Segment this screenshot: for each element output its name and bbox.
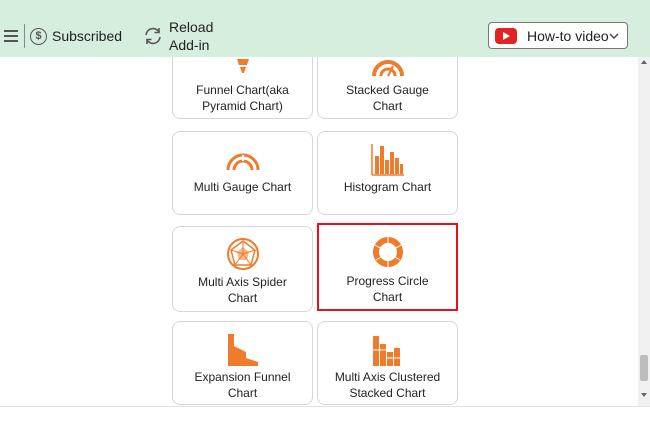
chart-card-progress-circle[interactable]: Progress Circle Chart [317, 223, 458, 311]
card-label-line2: Stacked Chart [349, 386, 426, 400]
chart-gallery: Funnel Chart(aka Pyramid Chart) Stacked … [0, 57, 638, 406]
chart-card-expansion-funnel[interactable]: Expansion Funnel Chart [172, 321, 313, 405]
subscribed-status[interactable]: $ Subscribed [30, 27, 122, 45]
reload-label-line1: Reload [169, 19, 214, 35]
subscribed-label: Subscribed [52, 28, 123, 44]
chart-card-stacked-gauge[interactable]: Stacked Gauge Chart [317, 57, 458, 119]
clustered-stacked-icon [372, 336, 400, 366]
card-label-line1: Histogram Chart [343, 180, 432, 194]
howto-video-label: How-to video [527, 27, 609, 44]
chart-card-multi-gauge[interactable]: Multi Gauge Chart [172, 131, 313, 215]
card-label-line1: Multi Axis Spider [198, 275, 287, 289]
reload-icon[interactable] [142, 26, 164, 46]
chart-card-multi-axis-clustered-stacked[interactable]: Multi Axis Clustered Stacked Chart [317, 321, 458, 405]
card-label-line2: Pyramid Chart) [202, 99, 283, 113]
card-label-line1: Expansion Funnel [194, 370, 291, 384]
chart-card-funnel[interactable]: Funnel Chart(aka Pyramid Chart) [172, 57, 313, 119]
chart-card-histogram[interactable]: Histogram Chart [317, 131, 458, 215]
progress-circle-icon [372, 237, 403, 267]
card-label-line2: Chart [227, 291, 258, 305]
scroll-up-icon[interactable] [641, 60, 647, 64]
funnel-chart-icon [236, 59, 249, 73]
card-label-line1: Stacked Gauge [346, 83, 429, 97]
chart-card-multi-axis-spider[interactable]: Multi Axis Spider Chart [172, 226, 313, 312]
reload-label-line2: Add-in [169, 37, 210, 53]
multi-gauge-icon [226, 153, 259, 171]
vertical-scrollbar[interactable] [638, 57, 650, 406]
reload-addin-button[interactable]: Reload Add-in [169, 18, 229, 54]
scroll-down-icon[interactable] [641, 393, 647, 397]
card-label-line2: Chart [372, 290, 403, 304]
youtube-icon [495, 27, 517, 44]
card-label-line2: Chart [372, 99, 403, 113]
card-label-line1: Multi Gauge Chart [193, 180, 292, 194]
howto-video-dropdown[interactable]: How-to video [488, 22, 628, 49]
toolbar: $ Subscribed Reload Add-in How-to video [0, 0, 650, 57]
card-label-line1: Funnel Chart(aka [196, 83, 289, 97]
card-label-line1: Progress Circle [346, 274, 429, 288]
card-label-line2: Chart [227, 386, 258, 400]
bottom-divider [0, 406, 650, 407]
toolbar-divider [24, 24, 25, 48]
spider-chart-icon [226, 238, 259, 270]
hamburger-menu-icon[interactable] [4, 28, 20, 44]
chevron-down-icon [609, 33, 619, 39]
expansion-funnel-icon [227, 334, 258, 366]
dollar-circle-icon: $ [30, 27, 47, 45]
stacked-gauge-icon [371, 60, 404, 77]
card-label-line1: Multi Axis Clustered [334, 370, 441, 384]
scrollbar-thumb[interactable] [640, 355, 648, 381]
histogram-icon [370, 144, 404, 176]
